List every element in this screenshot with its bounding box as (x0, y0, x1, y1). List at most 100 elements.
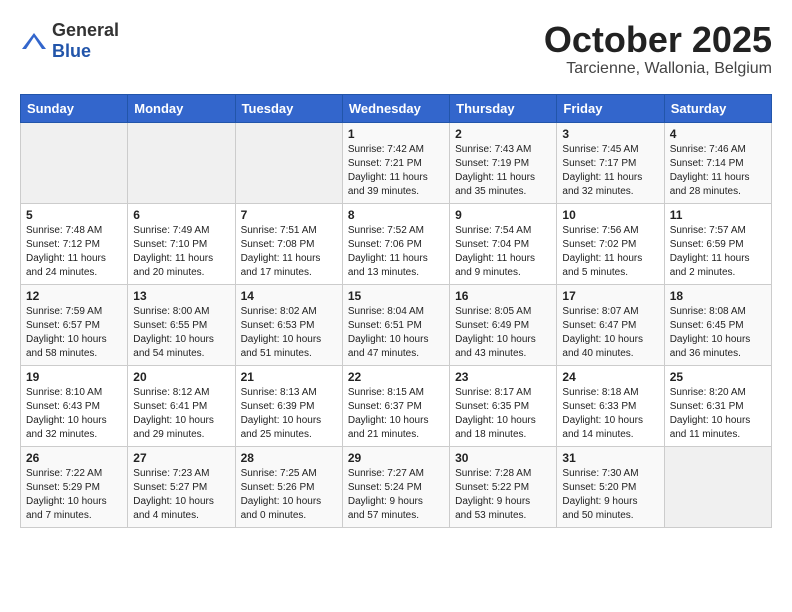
title-block: October 2025 Tarcienne, Wallonia, Belgiu… (544, 20, 772, 78)
calendar-cell: 9Sunrise: 7:54 AM Sunset: 7:04 PM Daylig… (450, 203, 557, 284)
day-info: Sunrise: 8:20 AM Sunset: 6:31 PM Dayligh… (670, 386, 766, 442)
day-info: Sunrise: 7:51 AM Sunset: 7:08 PM Dayligh… (241, 224, 337, 280)
day-info: Sunrise: 7:54 AM Sunset: 7:04 PM Dayligh… (455, 224, 551, 280)
calendar-cell: 7Sunrise: 7:51 AM Sunset: 7:08 PM Daylig… (235, 203, 342, 284)
calendar-week-row: 26 Sunrise: 7:22 AM Sunset: 5:29 PM Dayli… (21, 446, 772, 527)
day-info: Sunrise: 7:27 AM Sunset: 5:24 PM Dayligh… (348, 467, 444, 523)
logo-text-general: General (52, 20, 119, 40)
calendar-week-row: 12 Sunrise: 7:59 AM Sunset: 6:57 PM Dayli… (21, 284, 772, 365)
day-info: Sunrise: 7:56 AM Sunset: 7:02 PM Dayligh… (562, 224, 658, 280)
day-number: 11 (670, 208, 766, 222)
calendar-cell: 11 Sunrise: 7:57 AM Sunset: 6:59 PM Dayli… (664, 203, 771, 284)
calendar-cell (21, 122, 128, 203)
day-number: 16 (455, 289, 551, 303)
calendar-cell: 10Sunrise: 7:56 AM Sunset: 7:02 PM Dayli… (557, 203, 664, 284)
calendar-cell: 20 Sunrise: 8:12 AM Sunset: 6:41 PM Dayli… (128, 365, 235, 446)
calendar-week-row: 1 Sunrise: 7:42 AM Sunset: 7:21 PM Daylig… (21, 122, 772, 203)
calendar-cell: 30 Sunrise: 7:28 AM Sunset: 5:22 PM Dayli… (450, 446, 557, 527)
logo-icon (20, 31, 48, 51)
day-number: 19 (26, 370, 122, 384)
day-number: 1 (348, 127, 444, 141)
calendar-cell: 19 Sunrise: 8:10 AM Sunset: 6:43 PM Dayli… (21, 365, 128, 446)
calendar-cell: 23Sunrise: 8:17 AM Sunset: 6:35 PM Dayli… (450, 365, 557, 446)
day-number: 28 (241, 451, 337, 465)
day-info: Sunrise: 8:15 AM Sunset: 6:37 PM Dayligh… (348, 386, 444, 442)
day-number: 6 (133, 208, 229, 222)
day-number: 4 (670, 127, 766, 141)
day-number: 8 (348, 208, 444, 222)
calendar-cell: 21Sunrise: 8:13 AM Sunset: 6:39 PM Dayli… (235, 365, 342, 446)
day-info: Sunrise: 7:59 AM Sunset: 6:57 PM Dayligh… (26, 305, 122, 361)
month-title: October 2025 (544, 20, 772, 60)
day-info: Sunrise: 8:18 AM Sunset: 6:33 PM Dayligh… (562, 386, 658, 442)
day-number: 24 (562, 370, 658, 384)
calendar-cell: 25 Sunrise: 8:20 AM Sunset: 6:31 PM Dayli… (664, 365, 771, 446)
day-number: 27 (133, 451, 229, 465)
day-number: 17 (562, 289, 658, 303)
calendar-cell: 2Sunrise: 7:43 AM Sunset: 7:19 PM Daylig… (450, 122, 557, 203)
day-number: 15 (348, 289, 444, 303)
calendar-cell: 29 Sunrise: 7:27 AM Sunset: 5:24 PM Dayli… (342, 446, 449, 527)
day-info: Sunrise: 7:57 AM Sunset: 6:59 PM Dayligh… (670, 224, 766, 280)
calendar-cell: 18 Sunrise: 8:08 AM Sunset: 6:45 PM Dayli… (664, 284, 771, 365)
day-number: 25 (670, 370, 766, 384)
calendar-cell: 3 Sunrise: 7:45 AM Sunset: 7:17 PM Daylig… (557, 122, 664, 203)
calendar-cell: 12 Sunrise: 7:59 AM Sunset: 6:57 PM Dayli… (21, 284, 128, 365)
calendar-cell: 17 Sunrise: 8:07 AM Sunset: 6:47 PM Dayli… (557, 284, 664, 365)
day-number: 30 (455, 451, 551, 465)
day-number: 5 (26, 208, 122, 222)
calendar-cell: 22 Sunrise: 8:15 AM Sunset: 6:37 PM Dayli… (342, 365, 449, 446)
location-title: Tarcienne, Wallonia, Belgium (544, 60, 772, 78)
calendar-cell: 13Sunrise: 8:00 AM Sunset: 6:55 PM Dayli… (128, 284, 235, 365)
day-number: 29 (348, 451, 444, 465)
day-info: Sunrise: 8:00 AM Sunset: 6:55 PM Dayligh… (133, 305, 229, 361)
day-info: Sunrise: 8:17 AM Sunset: 6:35 PM Dayligh… (455, 386, 551, 442)
calendar-cell: 4 Sunrise: 7:46 AM Sunset: 7:14 PM Daylig… (664, 122, 771, 203)
day-number: 12 (26, 289, 122, 303)
calendar-cell: 8Sunrise: 7:52 AM Sunset: 7:06 PM Daylig… (342, 203, 449, 284)
day-info: Sunrise: 7:30 AM Sunset: 5:20 PM Dayligh… (562, 467, 658, 523)
day-number: 22 (348, 370, 444, 384)
day-info: Sunrise: 8:10 AM Sunset: 6:43 PM Dayligh… (26, 386, 122, 442)
calendar-cell: 28Sunrise: 7:25 AM Sunset: 5:26 PM Dayli… (235, 446, 342, 527)
day-number: 18 (670, 289, 766, 303)
day-info: Sunrise: 7:49 AM Sunset: 7:10 PM Dayligh… (133, 224, 229, 280)
day-number: 31 (562, 451, 658, 465)
calendar-cell: 26 Sunrise: 7:22 AM Sunset: 5:29 PM Dayli… (21, 446, 128, 527)
day-info: Sunrise: 7:28 AM Sunset: 5:22 PM Dayligh… (455, 467, 551, 523)
calendar-cell: 1 Sunrise: 7:42 AM Sunset: 7:21 PM Daylig… (342, 122, 449, 203)
weekday-header: Tuesday (235, 94, 342, 122)
weekday-header: Saturday (664, 94, 771, 122)
day-info: Sunrise: 7:46 AM Sunset: 7:14 PM Dayligh… (670, 143, 766, 199)
weekday-header: Thursday (450, 94, 557, 122)
logo: General Blue (20, 20, 119, 62)
day-info: Sunrise: 7:42 AM Sunset: 7:21 PM Dayligh… (348, 143, 444, 199)
calendar-cell (235, 122, 342, 203)
calendar-table: SundayMondayTuesdayWednesdayThursdayFrid… (20, 94, 772, 528)
day-info: Sunrise: 7:45 AM Sunset: 7:17 PM Dayligh… (562, 143, 658, 199)
weekday-header: Friday (557, 94, 664, 122)
calendar-cell: 24 Sunrise: 8:18 AM Sunset: 6:33 PM Dayli… (557, 365, 664, 446)
calendar-cell (664, 446, 771, 527)
calendar-cell: 15 Sunrise: 8:04 AM Sunset: 6:51 PM Dayli… (342, 284, 449, 365)
day-info: Sunrise: 8:08 AM Sunset: 6:45 PM Dayligh… (670, 305, 766, 361)
weekday-header: Monday (128, 94, 235, 122)
day-number: 26 (26, 451, 122, 465)
day-number: 2 (455, 127, 551, 141)
day-number: 14 (241, 289, 337, 303)
day-number: 20 (133, 370, 229, 384)
day-info: Sunrise: 8:12 AM Sunset: 6:41 PM Dayligh… (133, 386, 229, 442)
day-info: Sunrise: 8:04 AM Sunset: 6:51 PM Dayligh… (348, 305, 444, 361)
day-info: Sunrise: 7:48 AM Sunset: 7:12 PM Dayligh… (26, 224, 122, 280)
day-number: 21 (241, 370, 337, 384)
calendar-cell (128, 122, 235, 203)
day-info: Sunrise: 7:22 AM Sunset: 5:29 PM Dayligh… (26, 467, 122, 523)
day-info: Sunrise: 8:02 AM Sunset: 6:53 PM Dayligh… (241, 305, 337, 361)
day-number: 3 (562, 127, 658, 141)
calendar-week-row: 5 Sunrise: 7:48 AM Sunset: 7:12 PM Daylig… (21, 203, 772, 284)
day-info: Sunrise: 8:07 AM Sunset: 6:47 PM Dayligh… (562, 305, 658, 361)
calendar-cell: 31 Sunrise: 7:30 AM Sunset: 5:20 PM Dayli… (557, 446, 664, 527)
weekday-header: Sunday (21, 94, 128, 122)
calendar-cell: 14 Sunrise: 8:02 AM Sunset: 6:53 PM Dayli… (235, 284, 342, 365)
calendar-cell: 27Sunrise: 7:23 AM Sunset: 5:27 PM Dayli… (128, 446, 235, 527)
